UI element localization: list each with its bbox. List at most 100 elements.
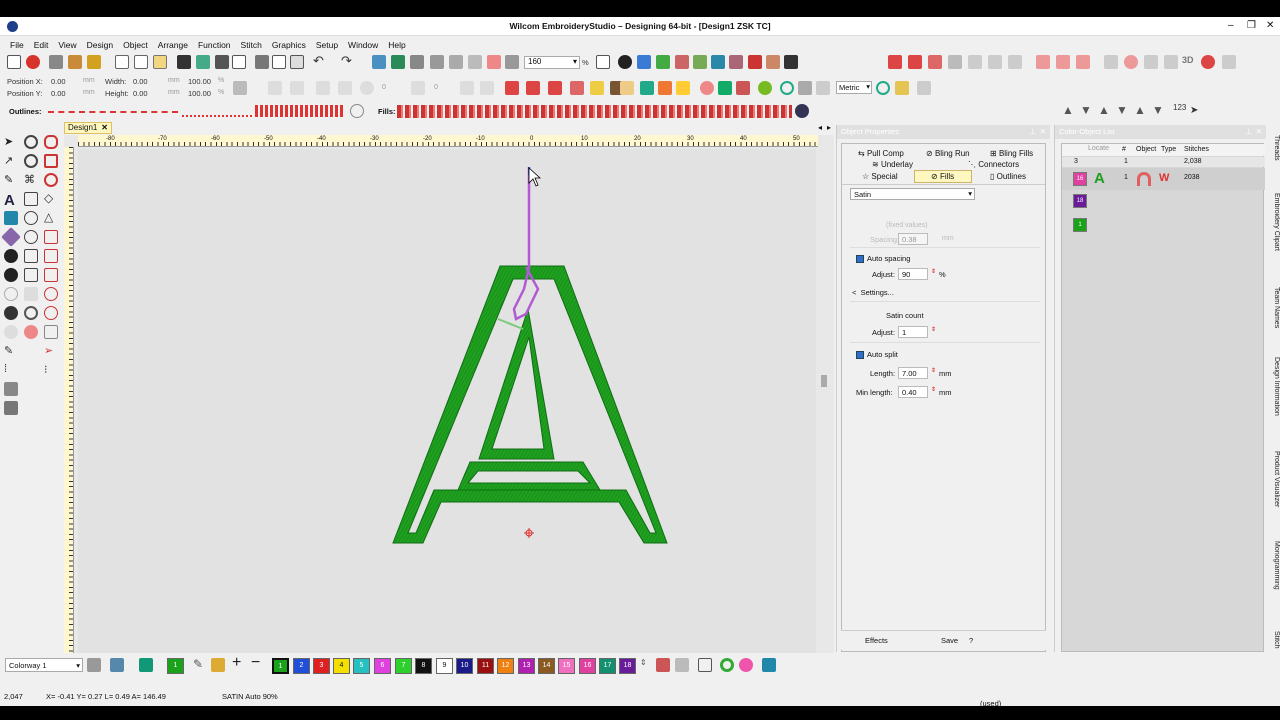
angle-1-icon[interactable] xyxy=(460,81,474,95)
undo-icon[interactable]: ↶ xyxy=(313,54,327,69)
needle-tool-icon[interactable]: ✎ xyxy=(4,344,18,358)
stitch-effect-7-icon[interactable] xyxy=(1008,55,1022,69)
loop-tool-icon[interactable] xyxy=(24,268,38,282)
outline-tool-icon[interactable] xyxy=(44,135,58,149)
color-swatch-5[interactable]: 5 xyxy=(353,658,370,674)
sequence-icon[interactable] xyxy=(675,55,689,69)
fill-pick-icon[interactable] xyxy=(795,104,809,118)
gear-tool-icon[interactable] xyxy=(24,306,38,320)
polyline-tool-icon[interactable]: ↗ xyxy=(4,154,18,168)
satin-icon[interactable] xyxy=(505,81,519,95)
zoom-fit-icon[interactable] xyxy=(596,55,610,69)
color-badge[interactable]: 16 xyxy=(1073,172,1087,186)
side-tab-team-names[interactable]: Team Names xyxy=(1268,287,1280,328)
length-input[interactable]: 7.00 xyxy=(898,367,928,379)
blend-icon[interactable] xyxy=(758,81,772,95)
stitch-effect-5-icon[interactable] xyxy=(968,55,982,69)
pointer-icon[interactable]: ➤ xyxy=(1190,105,1204,119)
skew-value[interactable]: 0 xyxy=(434,84,438,91)
color-swatch-13[interactable]: 13 xyxy=(518,658,535,674)
jump-icon[interactable] xyxy=(468,55,482,69)
color-swatch-4[interactable]: 4 xyxy=(333,658,350,674)
auto-split-checkbox[interactable]: Auto split xyxy=(856,350,898,360)
polygon-tool-icon[interactable]: ◇ xyxy=(44,192,58,206)
stitch-effect-10-icon[interactable] xyxy=(1076,55,1090,69)
ellipse-tool-icon[interactable] xyxy=(44,173,58,187)
redo-icon[interactable]: ↷ xyxy=(341,54,355,69)
color-wheel-icon[interactable] xyxy=(720,658,734,672)
stitch-point-1-icon[interactable] xyxy=(4,249,18,263)
side-tab-monogramming[interactable]: Monogramming xyxy=(1268,541,1280,590)
outline-types-strip[interactable] xyxy=(48,111,178,114)
fill-types-strip[interactable] xyxy=(397,105,792,118)
move-bottom-icon[interactable]: ▼ xyxy=(1116,104,1130,118)
colors-icon[interactable] xyxy=(748,55,762,69)
eyedropper-icon[interactable]: ✎ xyxy=(193,658,207,672)
height-percent[interactable]: 100.00 xyxy=(188,89,211,98)
copy-icon[interactable] xyxy=(272,55,286,69)
diamond-tool-icon[interactable] xyxy=(1,227,21,247)
stitch-effect-8-icon[interactable] xyxy=(1036,55,1050,69)
min-length-spinner[interactable]: ⇕ xyxy=(930,386,937,398)
color-swatch-11[interactable]: 11 xyxy=(477,658,494,674)
nodes-tool-icon[interactable]: ⌘ xyxy=(24,173,38,187)
save-button[interactable]: Save xyxy=(941,636,958,645)
colorway-editor-icon[interactable] xyxy=(87,658,101,672)
stitch-effect-1-icon[interactable] xyxy=(888,55,902,69)
color-swatch-17[interactable]: 17 xyxy=(599,658,616,674)
stitch-player-icon[interactable] xyxy=(391,55,405,69)
curve-tool-icon[interactable] xyxy=(24,249,38,263)
palette-tool-1-icon[interactable] xyxy=(656,658,670,672)
design-canvas[interactable] xyxy=(78,149,827,665)
satin-count-spinner[interactable]: ⇕ xyxy=(930,326,937,338)
frame-tool-icon[interactable] xyxy=(44,325,58,339)
height-value[interactable]: 0.00 xyxy=(133,89,148,98)
dotted-tool-icon[interactable]: ⁝ xyxy=(44,363,58,377)
align-icon[interactable] xyxy=(268,81,282,95)
new-icon[interactable] xyxy=(115,55,129,69)
arrow-tool-icon[interactable]: ➢ xyxy=(44,344,58,358)
stitch-effect-6-icon[interactable] xyxy=(988,55,1002,69)
threads-icon[interactable] xyxy=(729,55,743,69)
side-tab-stitch[interactable]: Stitch xyxy=(1268,631,1280,649)
circle-tool-icon[interactable] xyxy=(24,154,38,168)
color-blend-icon[interactable] xyxy=(739,658,753,672)
palette-scroll-icon[interactable]: ⇕ xyxy=(640,658,654,672)
tshirt-color-icon[interactable] xyxy=(139,658,153,672)
rotate-icon[interactable] xyxy=(360,81,374,95)
outline-types-strip-2[interactable] xyxy=(182,107,252,117)
side-tab-embroidery-clipart[interactable]: Embroidery Clipart xyxy=(1268,193,1280,251)
colorway-select[interactable]: Colorway 1 ▾ xyxy=(5,658,83,672)
vertical-scroll-thumb[interactable] xyxy=(821,375,827,387)
color-swatch-2[interactable]: 2 xyxy=(293,658,310,674)
color-swatch-18[interactable]: 18 xyxy=(619,658,636,674)
adjust-spinner[interactable]: ⇕ xyxy=(930,268,937,280)
new-template-icon[interactable] xyxy=(134,55,148,69)
stitch-effect-12-icon[interactable] xyxy=(1124,55,1138,69)
open-icon[interactable] xyxy=(153,55,167,69)
fill-stitch-icon[interactable] xyxy=(548,81,562,95)
bend-tool-icon[interactable] xyxy=(44,230,58,244)
stitch-effect-3-icon[interactable] xyxy=(928,55,942,69)
fill-type-select[interactable]: Satin ▾ xyxy=(850,188,975,200)
color-swatch-10[interactable]: 10 xyxy=(456,658,473,674)
spiral-tool-icon[interactable] xyxy=(24,287,38,301)
monogram-tool-icon[interactable] xyxy=(4,211,18,225)
palette-tool-2-icon[interactable] xyxy=(675,658,689,672)
close-panel-icon[interactable]: ✕ xyxy=(1040,127,1046,136)
color-badge[interactable]: 1 xyxy=(1073,218,1087,232)
summary-row[interactable]: 3 1 2,038 xyxy=(1062,157,1265,167)
mirror-h-icon[interactable] xyxy=(316,81,330,95)
dots-tool-icon[interactable]: ⁞ xyxy=(4,363,18,377)
color-swatch-7[interactable]: 7 xyxy=(395,658,412,674)
home-icon[interactable] xyxy=(7,55,21,69)
needle-icon[interactable] xyxy=(430,55,444,69)
machine-icon[interactable] xyxy=(784,55,798,69)
lock-proportions-icon[interactable] xyxy=(233,81,247,95)
outline-types-strip-3[interactable] xyxy=(255,105,345,117)
people-icon[interactable] xyxy=(736,81,750,95)
paste-icon[interactable] xyxy=(290,55,304,69)
units-select[interactable]: Metric ▾ xyxy=(836,81,872,94)
move-down-icon[interactable]: ▼ xyxy=(1080,104,1094,118)
width-value[interactable]: 0.00 xyxy=(133,77,148,86)
